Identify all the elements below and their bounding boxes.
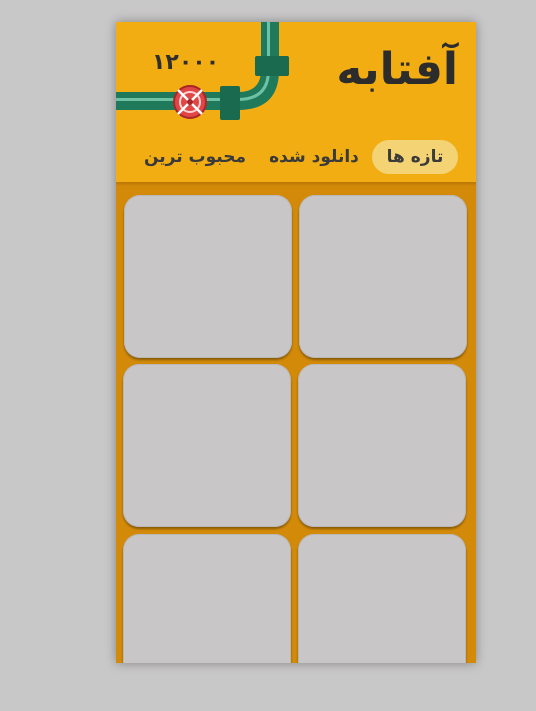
grid-card[interactable] — [123, 534, 291, 663]
tab-downloaded[interactable]: دانلود شده — [266, 140, 362, 174]
grid-card[interactable] — [124, 195, 292, 358]
app-title: آفتابه — [336, 44, 458, 95]
app-screen: آفتابه ۱۲۰۰۰ تازه ها دانلود شده محبوب تر… — [116, 22, 476, 663]
header-divider — [116, 182, 476, 186]
grid-card[interactable] — [299, 195, 467, 358]
valve-icon — [173, 85, 207, 119]
tab-bar: تازه ها دانلود شده محبوب ترین — [116, 140, 476, 176]
tab-new[interactable]: تازه ها — [372, 140, 458, 174]
grid-card[interactable] — [298, 534, 466, 663]
coin-count: ۱۲۰۰۰ — [152, 50, 220, 75]
grid-card[interactable] — [123, 364, 291, 527]
tab-popular[interactable]: محبوب ترین — [142, 140, 248, 174]
grid-card[interactable] — [298, 364, 466, 527]
app-header: آفتابه ۱۲۰۰۰ تازه ها دانلود شده محبوب تر… — [116, 22, 476, 184]
